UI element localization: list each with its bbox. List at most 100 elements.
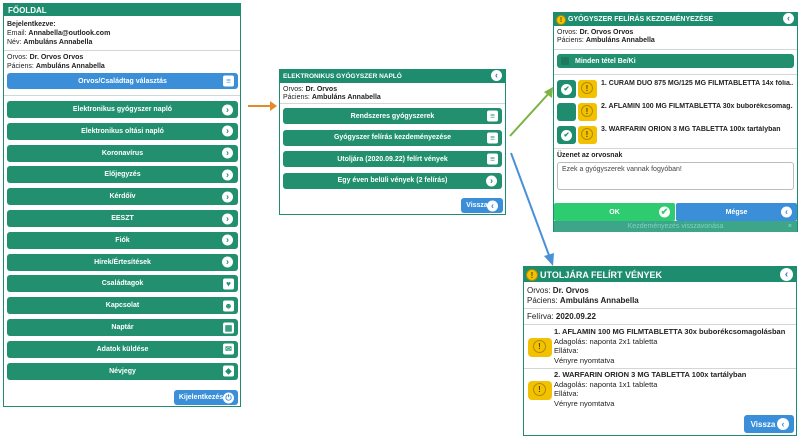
menu-item[interactable]: Kapcsolat ☻ — [7, 297, 238, 315]
medication-log-item[interactable]: Utoljára (2020.09.22) felírt vények ≡ — [283, 151, 502, 167]
warning-icon: ! — [581, 105, 593, 117]
menu-item-label: Fiók — [115, 236, 130, 244]
menu-item[interactable]: Elektronikus gyógyszer napló › — [7, 101, 238, 118]
list-icon: ≡ — [223, 75, 234, 87]
back-button[interactable]: Vissza ‹ — [461, 198, 503, 213]
prescription-request-info: Orvos: Dr. Orvos Orvos Páciens: Ambuláns… — [557, 29, 655, 45]
doctor-label: Orvos: — [283, 86, 304, 93]
flow-arrow-2 — [509, 87, 553, 137]
back-button[interactable]: Vissza ‹ — [744, 415, 794, 433]
menu-item-label: Kapcsolat — [105, 302, 140, 310]
home-header: FŐOLDAL — [4, 4, 240, 16]
menu-item[interactable]: Névjegy ◆ — [7, 362, 238, 380]
prescription-status: Vényre nyomtatva — [554, 355, 615, 365]
drug-row[interactable]: ✔! 1. CURAM DUO 875 MG/125 MG FILMTABLETT… — [557, 79, 795, 99]
logout-label: Kijelentkezés — [178, 394, 224, 401]
doctor-value: Dr. Orvos Orvos — [29, 54, 84, 61]
prescription-request-header: ! GYÓGYSZER FELÍRÁS KEZDEMÉNYEZÉSE ‹ — [554, 13, 797, 26]
back-icon: ‹ — [777, 418, 789, 430]
menu-item-label: Hírek/Értesítések — [94, 258, 151, 266]
withdraw-button[interactable]: Kezdeményezés visszavonása × — [554, 221, 797, 232]
select-doctor-button[interactable]: Orvos/Családtag választás ≡ — [7, 73, 238, 89]
toggle-all-button[interactable]: Minden tétel Be/Ki — [557, 54, 794, 68]
menu-item[interactable]: Fiók › — [7, 231, 238, 249]
warning-icon: ! — [533, 340, 546, 353]
menu-item[interactable]: Naptár ▦ — [7, 319, 238, 336]
logged-in-label: Bejelentkezve: — [7, 21, 56, 28]
toggle-all-checkbox — [561, 57, 569, 65]
last-prescriptions-header: ! UTOLJÁRA FELÍRT VÉNYEK ‹ — [524, 267, 796, 282]
menu-item[interactable]: Hírek/Értesítések › — [7, 253, 238, 271]
prescribed-date: Felírva: 2020.09.22 — [527, 312, 596, 321]
menu-item-label: Kérdőív — [109, 193, 136, 201]
back-icon[interactable]: ‹ — [491, 70, 502, 81]
warning-icon-box: ! — [578, 103, 597, 121]
chevron-right-icon: › — [222, 147, 233, 159]
menu-item-label: Elektronikus oltási napló — [81, 127, 164, 135]
close-icon: × — [787, 223, 792, 230]
check-icon: ✔ — [561, 130, 572, 141]
menu-item-label: Családtagok — [101, 280, 144, 288]
prescription-request-panel: ! GYÓGYSZER FELÍRÁS KEZDEMÉNYEZÉSE ‹ Orv… — [553, 12, 798, 232]
logout-button[interactable]: Kijelentkezés ⏻ — [174, 390, 238, 405]
flow-arrow-1 — [248, 101, 277, 111]
drug-checkbox-checked[interactable]: ✔ — [557, 80, 576, 98]
warning-icon: ! — [581, 82, 593, 94]
back-icon[interactable]: ‹ — [780, 268, 793, 281]
warning-icon: ! — [526, 268, 538, 281]
patient-label: Páciens: — [283, 94, 310, 101]
medication-log-item-label: Rendszeres gyógyszerek — [350, 112, 435, 120]
menu-item-label: EESZT — [111, 215, 134, 222]
back-icon[interactable]: ‹ — [783, 13, 794, 24]
medication-log-info: Orvos: Dr. Orvos Páciens: Ambuláns Annab… — [283, 86, 381, 102]
doctor-patient-info: Orvos: Dr. Orvos Orvos Páciens: Ambuláns… — [7, 53, 105, 71]
chevron-right-icon: › — [222, 256, 233, 268]
menu-item-icon: ♥ — [223, 278, 234, 290]
message-label: Üzenet az orvosnak — [557, 152, 623, 159]
check-icon: ✔ — [561, 84, 572, 95]
warning-icon: ! — [581, 128, 593, 140]
medication-log-item[interactable]: Gyógyszer felírás kezdeményezése ≡ — [283, 129, 502, 146]
doctor-label: Orvos: — [557, 29, 578, 36]
patient-label: Páciens: — [557, 37, 584, 44]
doctor-label: Orvos: — [7, 54, 28, 61]
chevron-right-icon: › — [222, 234, 233, 246]
menu-item-label: Névjegy — [109, 367, 136, 375]
prescription-name: 1. AFLAMIN 100 MG FILMTABLETTA 30x bubor… — [554, 327, 786, 336]
menu-item[interactable]: EESZT › — [7, 210, 238, 227]
menu-item[interactable]: Koronavírus › — [7, 144, 238, 162]
list-icon: ≡ — [487, 153, 498, 165]
login-info: Bejelentkezve: Email: Annabella@outlook.… — [7, 20, 237, 47]
date-value: 2020.09.22 — [555, 312, 596, 321]
medication-log-item-label: Utoljára (2020.09.22) felírt vények — [337, 155, 448, 163]
drug-checkbox[interactable] — [557, 103, 576, 121]
message-textarea[interactable]: Ezek a gyógyszerek vannak fogyóban! — [557, 162, 794, 190]
chevron-right-icon: › — [486, 175, 497, 186]
drug-row[interactable]: ! 2. AFLAMIN 100 MG FILMTABLETTA 30x bubo… — [557, 102, 795, 122]
back-label: Vissza — [750, 419, 776, 429]
menu-item[interactable]: Családtagok ♥ — [7, 275, 238, 293]
menu-item[interactable]: Kérdőív › — [7, 188, 238, 206]
medication-log-item[interactable]: Egy éven belüli vények (2 felírás) › — [283, 172, 502, 189]
prescription-supply: Ellátva: — [554, 346, 579, 355]
withdraw-label: Kezdeményezés visszavonása — [627, 223, 724, 230]
ok-button[interactable]: OK ✔ — [554, 203, 675, 221]
warning-icon-box: ! — [528, 338, 552, 357]
chevron-right-icon: › — [222, 169, 233, 181]
medication-log-item-label: Gyógyszer felírás kezdeményezése — [333, 134, 452, 141]
menu-item-label: Elektronikus gyógyszer napló — [72, 106, 173, 113]
menu-item[interactable]: Elektronikus oltási napló › — [7, 122, 238, 140]
prescription-item: ! 1. AFLAMIN 100 MG FILMTABLETTA 30x bubo… — [526, 327, 794, 367]
menu-item-icon: ◆ — [223, 365, 234, 377]
date-label: Felírva: — [527, 312, 554, 321]
email-label: Email: — [7, 30, 27, 37]
drug-checkbox-checked[interactable]: ✔ — [557, 126, 576, 144]
cancel-button[interactable]: Mégse ‹ — [676, 203, 797, 221]
menu-item-label: Naptár — [111, 324, 134, 331]
chevron-right-icon: › — [222, 104, 233, 115]
drug-row[interactable]: ✔! 3. WARFARIN ORION 3 MG TABLETTA 100x t… — [557, 125, 795, 145]
menu-item[interactable]: Adatok küldése ✉ — [7, 340, 238, 358]
menu-item-label: Koronavírus — [101, 149, 144, 157]
menu-item[interactable]: Előjegyzés › — [7, 166, 238, 184]
medication-log-item[interactable]: Rendszeres gyógyszerek ≡ — [283, 108, 502, 124]
